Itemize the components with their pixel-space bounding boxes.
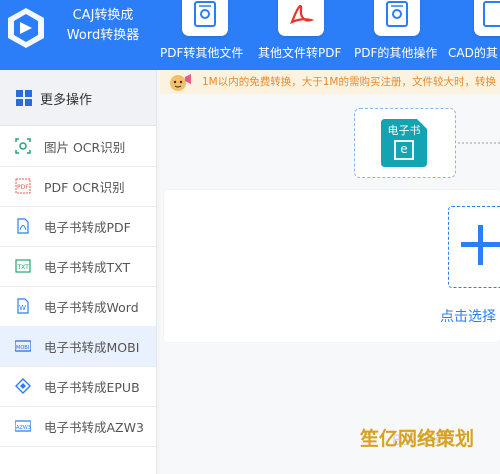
sidebar-item-label: 电子书转成EPUB xyxy=(44,380,140,395)
top-header: CAJ转换成 Word转换器 PDF转其他文件 其他文件转PDF PDF的其他操… xyxy=(0,0,500,70)
cad-icon xyxy=(474,0,500,36)
mobi-file-icon: MOBI xyxy=(14,338,32,354)
plus-icon xyxy=(461,225,500,265)
grid-icon xyxy=(16,90,32,106)
ebook-icon: 电子书 e xyxy=(381,119,427,167)
sidebar-item-label: 电子书转成AZW3 xyxy=(44,420,144,435)
brand-watermark: 笙亿网络策划 xyxy=(360,428,475,450)
app-title: CAJ转换成 Word转换器 xyxy=(60,6,146,46)
cartoon-icon xyxy=(168,71,192,93)
nav-label: PDF转其他文件 xyxy=(160,46,244,60)
sidebar-item-label: 电子书转成PDF xyxy=(44,220,131,235)
settings-doc-icon xyxy=(374,0,420,36)
pdf-icon xyxy=(278,0,324,36)
svg-text:PDF: PDF xyxy=(17,184,29,191)
sidebar-item-ebook-to-azw3[interactable]: AZW3 电子书转成AZW3 xyxy=(0,406,156,447)
sidebar-item-ebook-to-word[interactable]: W 电子书转成Word xyxy=(0,286,156,327)
sidebar-item-ebook-to-epub[interactable]: 电子书转成EPUB xyxy=(0,366,156,407)
ebook-label: 电子书 xyxy=(387,124,421,137)
sidebar-item-pdf-ocr[interactable]: PDF PDF OCR识别 xyxy=(0,166,156,207)
nav-label: CAD的其 xyxy=(448,46,498,60)
sidebar-header[interactable]: 更多操作 xyxy=(0,70,156,126)
svg-text:AZW3: AZW3 xyxy=(16,425,31,431)
app-logo xyxy=(4,6,48,50)
format-source-box[interactable]: 电子书 e xyxy=(354,108,456,178)
svg-text:MOBI: MOBI xyxy=(16,345,29,351)
sidebar-item-image-ocr[interactable]: 图片 OCR识别 xyxy=(0,126,156,167)
image-ocr-icon xyxy=(15,138,31,154)
sidebar-item-label: 电子书转成Word xyxy=(44,300,139,315)
ebook-letter: e xyxy=(400,142,408,156)
sidebar-item-label: PDF OCR识别 xyxy=(44,180,125,195)
settings-doc-icon xyxy=(182,0,228,36)
azw3-file-icon: AZW3 xyxy=(14,418,32,434)
nav-pdf-to-other[interactable]: PDF转其他文件 xyxy=(158,0,256,70)
nav-other-to-pdf[interactable]: 其他文件转PDF xyxy=(256,0,350,70)
flow-connector xyxy=(458,142,500,144)
epub-file-icon xyxy=(15,378,31,394)
app-title-line2: Word转换器 xyxy=(66,28,140,43)
txt-file-icon: TXT xyxy=(15,258,31,274)
pdf-ocr-icon: PDF xyxy=(15,178,31,194)
svg-text:TXT: TXT xyxy=(17,264,30,271)
nav-label: PDF的其他操作 xyxy=(354,46,438,60)
word-file-icon: W xyxy=(15,298,31,314)
select-file-link[interactable]: 点击选择 xyxy=(440,306,496,326)
sidebar-item-ebook-to-txt[interactable]: TXT 电子书转成TXT xyxy=(0,246,156,287)
notice-bar: 1M以内的免费转换，大于1M的需购买注册，文件较大时，转换 xyxy=(160,70,500,94)
app-title-line1: CAJ转换成 xyxy=(72,8,134,23)
pdf-file-icon xyxy=(15,218,31,234)
add-file-button[interactable] xyxy=(448,206,500,288)
nav-cad[interactable]: CAD的其 xyxy=(444,0,500,70)
sidebar-item-ebook-to-pdf[interactable]: 电子书转成PDF xyxy=(0,206,156,247)
notice-text: 1M以内的免费转换，大于1M的需购买注册，文件较大时，转换 xyxy=(202,76,496,88)
sidebar-item-label: 电子书转成TXT xyxy=(44,260,131,275)
sidebar-header-label: 更多操作 xyxy=(40,93,93,108)
nav-pdf-other-ops[interactable]: PDF的其他操作 xyxy=(350,0,444,70)
sidebar: 更多操作 图片 OCR识别 PDF PDF OCR识别 电子书转成PDF TXT… xyxy=(0,70,157,474)
sidebar-item-ebook-to-mobi[interactable]: MOBI 电子书转成MOBI xyxy=(0,326,156,367)
nav-label: 其他文件转PDF xyxy=(258,46,342,60)
sidebar-item-label: 电子书转成MOBI xyxy=(44,340,140,355)
svg-text:W: W xyxy=(19,304,26,312)
sidebar-item-label: 图片 OCR识别 xyxy=(44,140,126,155)
